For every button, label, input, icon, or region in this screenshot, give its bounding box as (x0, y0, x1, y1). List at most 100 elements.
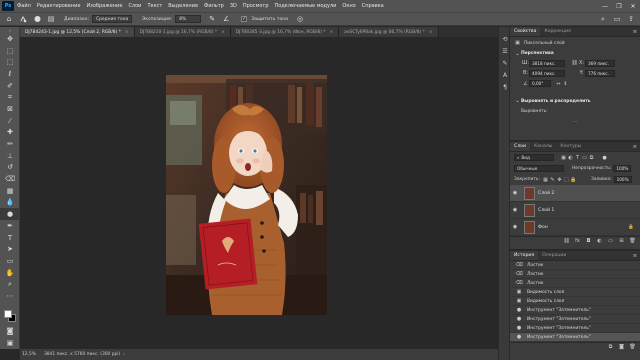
status-expand-icon[interactable]: › (123, 352, 125, 357)
restore-button[interactable]: ❐ (612, 0, 626, 12)
link-icon[interactable]: ⛓ (571, 60, 578, 67)
brush-tool-icon[interactable]: ✏ (0, 138, 20, 150)
menu-view[interactable]: Просмотр (243, 3, 269, 9)
angle-field[interactable]: 0,00° (529, 80, 551, 87)
lock-position-icon[interactable]: ✥ (556, 176, 563, 183)
exposure-field[interactable]: 8% (175, 15, 202, 23)
document-tab[interactable]: DJ7B4243-1.jpg @ 12,5% (Слой 2, RGB/8) *… (20, 27, 135, 37)
tab-actions[interactable]: Операции (538, 251, 570, 260)
menu-window[interactable]: Окно (342, 3, 355, 9)
filter-smart-object-icon[interactable]: ⧉ (588, 154, 595, 161)
history-strip-icon[interactable]: ⟲ (500, 33, 510, 45)
layer-name[interactable]: Фон (538, 225, 548, 230)
clone-stamp-tool-icon[interactable]: ⊥ (0, 150, 20, 162)
properties-strip-icon[interactable]: ☰ (500, 45, 510, 57)
visibility-eye-icon[interactable]: ◉ (510, 190, 520, 196)
range-select[interactable]: Средние тона (92, 15, 133, 23)
close-icon[interactable]: × (329, 30, 333, 35)
history-item[interactable]: ● Инструмент "Затемнитель" (510, 324, 640, 333)
history-item[interactable]: ⌫ Ластик (510, 279, 640, 288)
menu-filter[interactable]: Фильтр (204, 3, 224, 9)
document-tab[interactable]: avSCTy6P8ak.jpg @ 66,7% (RGB/8) * × (339, 27, 439, 37)
history-item[interactable]: ⌫ Ластик (510, 270, 640, 279)
chevron-down-icon[interactable]: ⌄ (514, 98, 521, 105)
marquee-tool-icon[interactable]: ⬚ (0, 56, 20, 68)
filter-shape-icon[interactable]: ▭ (581, 154, 588, 161)
new-document-from-state-icon[interactable]: ⧉ (607, 344, 614, 351)
new-layer-icon[interactable]: ⊞ (618, 238, 625, 245)
document-tab[interactable]: DJ7B8210-1.jpg @ 16,7% (RGB/8) * × (134, 27, 231, 37)
height-field[interactable]: 4094 пикс. (529, 69, 565, 77)
home-icon[interactable]: ⌂ (4, 15, 14, 24)
new-group-icon[interactable]: ▭ (607, 238, 614, 245)
add-mask-icon[interactable]: ◘ (585, 238, 592, 245)
pen-tool-icon[interactable]: ✒ (0, 220, 20, 232)
photoshop-logo[interactable]: Ps (2, 1, 14, 11)
burn-tool-icon[interactable]: ● (0, 208, 20, 220)
y-field[interactable]: 776 пикс. (585, 69, 615, 77)
history-item[interactable]: ● Инструмент "Затемнитель" (510, 333, 640, 342)
search-icon[interactable]: ⌕ (598, 15, 608, 24)
lasso-tool-icon[interactable]: ℓ (0, 68, 20, 80)
blur-tool-icon[interactable]: 💧 (0, 197, 20, 209)
document-tab[interactable]: DJ7B8285-3.jpg @ 16,7% (Фон, RGB/8) * × (230, 27, 340, 37)
quick-mask-icon[interactable]: ◙ (0, 325, 20, 337)
document-image[interactable] (166, 75, 327, 315)
healing-brush-tool-icon[interactable]: ✚ (0, 127, 20, 139)
tab-history[interactable]: История (510, 251, 539, 260)
menu-image[interactable]: Изображение (86, 3, 122, 9)
more-options-icon[interactable]: ··· (573, 120, 577, 125)
menu-select[interactable]: Выделение (168, 3, 198, 9)
brush-settings-icon[interactable]: ▤ (46, 15, 56, 24)
delete-layer-icon[interactable]: 🗑 (629, 238, 636, 245)
x-field[interactable]: 369 пикс. (585, 59, 615, 67)
close-window-button[interactable]: ✕ (626, 0, 640, 12)
adjustment-layer-icon[interactable]: ◐ (596, 238, 603, 245)
opacity-field[interactable]: 100% (613, 165, 632, 172)
frame-tool-icon[interactable]: ⊠ (0, 103, 20, 115)
history-item[interactable]: ● Инструмент "Затемнитель" (510, 315, 640, 324)
lock-transparency-icon[interactable]: ▦ (542, 176, 549, 183)
blend-mode-select[interactable]: Обычные (514, 165, 564, 172)
history-item[interactable]: ▣ Видимость слоя (510, 297, 640, 306)
layer-row[interactable]: ◉ Слой 1 (510, 202, 640, 219)
hand-tool-icon[interactable]: ✋ (0, 267, 20, 279)
paragraph-strip-icon[interactable]: ¶ (500, 81, 510, 93)
screen-mode-icon[interactable]: ▣ (0, 337, 20, 349)
menu-type[interactable]: Текст (147, 3, 162, 9)
fill-field[interactable]: 100% (613, 176, 632, 183)
menu-file[interactable]: Файл (17, 3, 31, 9)
close-icon[interactable]: × (429, 30, 433, 35)
width-field[interactable]: 3818 пикс. (529, 59, 565, 67)
link-layers-icon[interactable]: ⛓ (563, 238, 570, 245)
lock-all-icon[interactable]: 🔒 (570, 176, 577, 183)
layer-style-icon[interactable]: fx (574, 238, 581, 245)
history-item[interactable]: ● Инструмент "Затемнитель" (510, 306, 640, 315)
workspace-icon[interactable]: ▭ (612, 15, 622, 24)
rectangle-tool-icon[interactable]: ▭ (0, 255, 20, 267)
lock-artboard-icon[interactable]: ⬚ (563, 176, 570, 183)
zoom-tool-icon[interactable]: ⌕ (0, 278, 20, 290)
type-tool-icon[interactable]: T (0, 232, 20, 244)
flip-horizontal-icon[interactable]: ⇔ (555, 80, 562, 87)
artboard-tool-icon[interactable]: ⬚ (0, 45, 20, 57)
protect-tones-checkbox[interactable]: ✓ (241, 16, 248, 22)
layer-row[interactable]: ◉ Слой 2 (510, 185, 640, 202)
brush-size-icon[interactable] (32, 15, 42, 24)
close-icon[interactable]: × (125, 30, 129, 35)
tab-channels[interactable]: Каналы (530, 142, 556, 151)
filter-adjustment-icon[interactable]: ◐ (567, 154, 574, 161)
burn-tool-preset-icon[interactable] (18, 15, 28, 24)
angle-icon[interactable]: ∠ (221, 15, 231, 24)
menu-edit[interactable]: Редактирование (37, 3, 81, 9)
panel-menu-icon[interactable]: ≡ (633, 251, 637, 260)
delete-state-icon[interactable]: 🗑 (629, 344, 636, 351)
share-icon[interactable]: ⇪ (626, 15, 636, 24)
filter-toggle-icon[interactable]: ● (601, 154, 608, 161)
filter-type-icon[interactable]: T (574, 154, 581, 161)
character-strip-icon[interactable]: A (500, 69, 510, 81)
chevron-down-icon[interactable]: ⌄ (514, 50, 521, 57)
menu-help[interactable]: Справка (362, 3, 384, 9)
eraser-tool-icon[interactable]: ⌫ (0, 173, 20, 185)
tab-paths[interactable]: Контуры (556, 142, 585, 151)
